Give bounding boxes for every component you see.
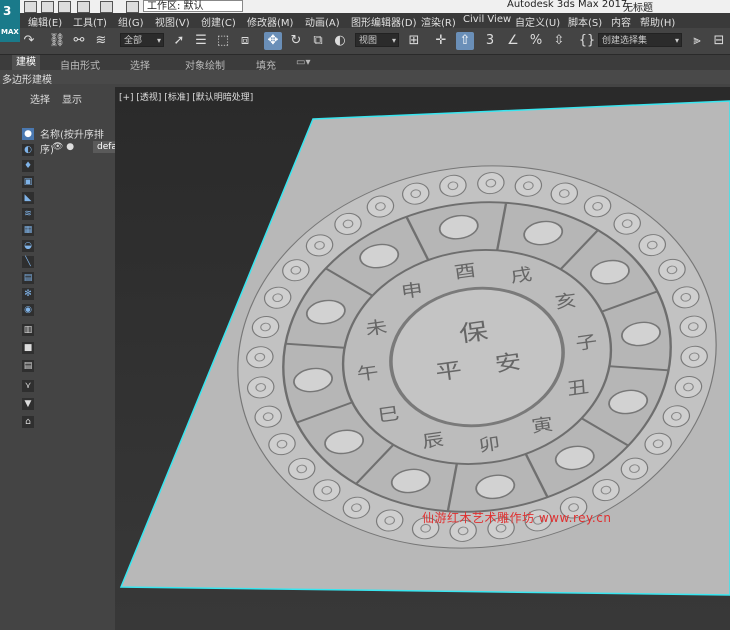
- branch-char: 子: [574, 331, 598, 354]
- select-and-scale-icon[interactable]: ⧉: [309, 32, 327, 50]
- tab-display[interactable]: 显示: [62, 91, 82, 106]
- edit-named-selection-icon[interactable]: {}: [578, 32, 596, 50]
- reference-coordinate-dropdown[interactable]: 视图: [355, 33, 399, 48]
- watermark-text: 仙游红木艺术雕作坊 www.rey.cn: [422, 511, 612, 525]
- branch-char: 未: [364, 316, 388, 339]
- menu-content[interactable]: 内容: [611, 14, 631, 29]
- branch-char: 戌: [509, 264, 533, 287]
- keyboard-shortcut-override-icon[interactable]: ⇧: [456, 32, 474, 50]
- select-by-name-icon[interactable]: ☰: [192, 32, 210, 50]
- spinner-snap-icon[interactable]: ⇳: [550, 32, 568, 50]
- branch-char: 卯: [477, 433, 501, 456]
- tab-select[interactable]: 选择: [30, 91, 50, 106]
- display-none-icon[interactable]: ■: [22, 342, 34, 354]
- center-char: 安: [493, 349, 523, 377]
- branch-char: 寅: [530, 414, 554, 437]
- redo-icon[interactable]: ↷: [20, 32, 38, 50]
- display-cameras-icon[interactable]: ▣: [22, 176, 34, 188]
- link-icon[interactable]: ⛓: [48, 32, 66, 50]
- ribbon: 建模 自由形式 选择 对象绘制 填充 ▭▾: [0, 55, 730, 72]
- save-file-icon[interactable]: [58, 1, 71, 13]
- undo-icon[interactable]: [77, 1, 90, 13]
- perspective-viewport[interactable]: [+] [透视] [标准] [默认明暗处理] 子丑寅卯 辰巳午未申 酉 戌亥 保 平 …: [115, 87, 730, 630]
- display-lights-icon[interactable]: ♦: [22, 160, 34, 172]
- menu-scripting[interactable]: 脚本(S): [568, 14, 602, 29]
- new-file-icon[interactable]: [24, 1, 37, 13]
- select-and-move-icon[interactable]: ✥: [264, 32, 282, 50]
- mirror-icon[interactable]: ⫸: [688, 32, 706, 50]
- display-groups-icon[interactable]: ▦: [22, 224, 34, 236]
- menu-group[interactable]: 组(G): [118, 14, 144, 29]
- display-helpers-icon[interactable]: ◣: [22, 192, 34, 204]
- main-toolbar: ↶ ↷ ⛓ ⚯ ≋ 全部 ➚ ☰ ⬚ ⧈ ✥ ↻ ⧉ ◐ 视图 ⊞ ✛ ⇧ 3 …: [0, 28, 730, 55]
- menu-modifiers[interactable]: 修改器(M): [247, 14, 293, 29]
- filter-icon[interactable]: ▼: [22, 398, 34, 410]
- window-crossing-icon[interactable]: ⧈: [236, 32, 254, 50]
- angle-snap-icon[interactable]: ∠: [504, 32, 522, 50]
- menu-rendering[interactable]: 渲染(R): [421, 14, 456, 29]
- branch-char: 申: [400, 279, 424, 302]
- center-char: 保: [458, 318, 490, 348]
- unlink-icon[interactable]: ⚯: [70, 32, 88, 50]
- display-bones-icon[interactable]: ╲: [22, 256, 34, 268]
- carved-zodiac-disc-model: 子丑寅卯 辰巳午未申 酉 戌亥 保 平 安: [119, 100, 730, 596]
- sort-icon[interactable]: ⋎: [22, 380, 34, 392]
- ribbon-subbar: 多边形建模: [0, 70, 730, 86]
- menu-civil-view[interactable]: Civil View: [463, 14, 511, 25]
- named-selection-set-dropdown[interactable]: 创建选择集: [598, 33, 682, 48]
- selection-filter-dropdown[interactable]: 全部: [120, 33, 164, 48]
- branch-char: 巳: [376, 403, 400, 426]
- display-particles-icon[interactable]: ✻: [22, 288, 34, 300]
- ribbon-options-icon[interactable]: ▭▾: [296, 57, 310, 68]
- select-object-icon[interactable]: ➚: [170, 32, 188, 50]
- viewport-label[interactable]: [+] [透视] [标准] [默认明暗处理]: [119, 90, 253, 103]
- project-folder-icon[interactable]: [126, 1, 139, 13]
- center-char: 平: [434, 357, 464, 385]
- app-title: Autodesk 3ds Max 2017: [507, 0, 628, 10]
- select-manipulate-icon[interactable]: ✛: [432, 32, 450, 50]
- menu-edit[interactable]: 编辑(E): [28, 14, 62, 29]
- display-shapes-icon[interactable]: ◐: [22, 144, 34, 156]
- max-logo[interactable]: 3 MAX: [0, 0, 20, 42]
- explorer-filter-strip: ● ◐ ♦ ▣ ◣ ≋ ▦ ◒ ╲ ▤ ✻ ◉ ▥ ■ ▤ ⋎ ▼ ⌂: [20, 126, 36, 436]
- display-all-icon[interactable]: ▥: [22, 324, 34, 336]
- menu-tools[interactable]: 工具(T): [73, 14, 107, 29]
- menu-graph-editors[interactable]: 图形编辑器(D): [351, 14, 417, 29]
- display-invert-icon[interactable]: ▤: [22, 360, 34, 372]
- menu-bar: 编辑(E) 工具(T) 组(G) 视图(V) 创建(C) 修改器(M) 动画(A…: [20, 13, 730, 29]
- ribbon-tab-modeling[interactable]: 建模: [12, 55, 40, 70]
- document-title: 无标题: [623, 3, 653, 14]
- menu-animation[interactable]: 动画(A): [305, 14, 340, 29]
- select-and-rotate-icon[interactable]: ↻: [287, 32, 305, 50]
- branch-char: 辰: [421, 429, 445, 452]
- polygon-modeling-label[interactable]: 多边形建模: [2, 71, 52, 86]
- branch-char: 酉: [453, 260, 477, 283]
- rectangular-selection-icon[interactable]: ⬚: [214, 32, 232, 50]
- lock-icon[interactable]: ⌂: [22, 416, 34, 428]
- align-icon[interactable]: ⊟: [710, 32, 728, 50]
- bind-space-warp-icon[interactable]: ≋: [92, 32, 110, 50]
- menu-help[interactable]: 帮助(H): [640, 14, 675, 29]
- title-bar: 工作区: 默认 Autodesk 3ds Max 2017 无标题: [0, 0, 730, 14]
- display-geometry-icon[interactable]: ●: [22, 128, 34, 140]
- workspace-dropdown[interactable]: 工作区: 默认: [143, 0, 243, 12]
- place-icon[interactable]: ◐: [331, 32, 349, 50]
- menu-views[interactable]: 视图(V): [155, 14, 190, 29]
- redo-icon[interactable]: [100, 1, 113, 13]
- layer-visibility-icon[interactable]: 👁 ●: [52, 142, 74, 152]
- open-file-icon[interactable]: [41, 1, 54, 13]
- branch-char: 午: [356, 362, 380, 385]
- display-frozen-icon[interactable]: ◉: [22, 304, 34, 316]
- display-spacewarps-icon[interactable]: ≋: [22, 208, 34, 220]
- menu-create[interactable]: 创建(C): [201, 14, 236, 29]
- snaps-toggle-icon[interactable]: 3: [481, 32, 499, 50]
- branch-char: 丑: [566, 376, 590, 399]
- menu-customize[interactable]: 自定义(U): [515, 14, 560, 29]
- scene-explorer-tabs: 选择 显示: [20, 88, 115, 106]
- percent-snap-icon[interactable]: %: [527, 32, 545, 50]
- display-containers-icon[interactable]: ▤: [22, 272, 34, 284]
- display-xrefs-icon[interactable]: ◒: [22, 240, 34, 252]
- branch-char: 亥: [554, 290, 578, 313]
- pivot-center-icon[interactable]: ⊞: [405, 32, 423, 50]
